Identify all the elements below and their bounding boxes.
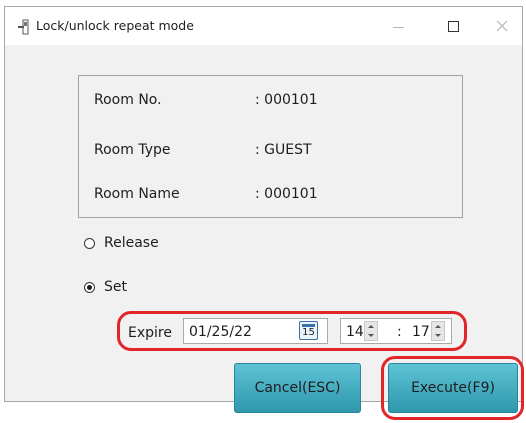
room-type-value: : GUEST: [255, 142, 312, 158]
room-name-label: Room Name: [94, 186, 180, 202]
close-icon: [496, 20, 508, 32]
room-info-panel: Room No. : 000101 Room Type : GUEST Room…: [78, 75, 463, 218]
set-radio-button[interactable]: [84, 281, 95, 293]
title-bar: Lock/unlock repeat mode: [5, 7, 522, 45]
set-radio-label: Set: [104, 279, 127, 295]
time-separator: :: [397, 324, 402, 340]
calendar-icon[interactable]: 15: [299, 321, 318, 340]
execute-button[interactable]: Execute(F9): [388, 363, 518, 413]
expire-label: Expire: [128, 325, 172, 341]
expire-minute-value[interactable]: 17: [412, 324, 430, 340]
minimize-button[interactable]: [375, 7, 421, 45]
set-radio-option[interactable]: Set: [84, 279, 127, 295]
close-button[interactable]: [479, 7, 525, 45]
release-radio-option[interactable]: Release: [84, 235, 159, 251]
release-radio-button[interactable]: [84, 237, 95, 249]
minute-spinner-icon[interactable]: [431, 321, 445, 341]
window-title: Lock/unlock repeat mode: [36, 18, 194, 33]
hour-spinner-icon[interactable]: [364, 321, 378, 341]
door-lock-icon: [18, 19, 29, 35]
cancel-button[interactable]: Cancel(ESC): [234, 363, 361, 413]
room-no-value: : 000101: [255, 92, 318, 108]
release-radio-label: Release: [104, 235, 159, 251]
room-type-label: Room Type: [94, 142, 171, 158]
room-no-label: Room No.: [94, 92, 162, 108]
room-name-value: : 000101: [255, 186, 318, 202]
expire-hour-value[interactable]: 14: [346, 324, 364, 340]
maximize-button[interactable]: [430, 7, 476, 45]
